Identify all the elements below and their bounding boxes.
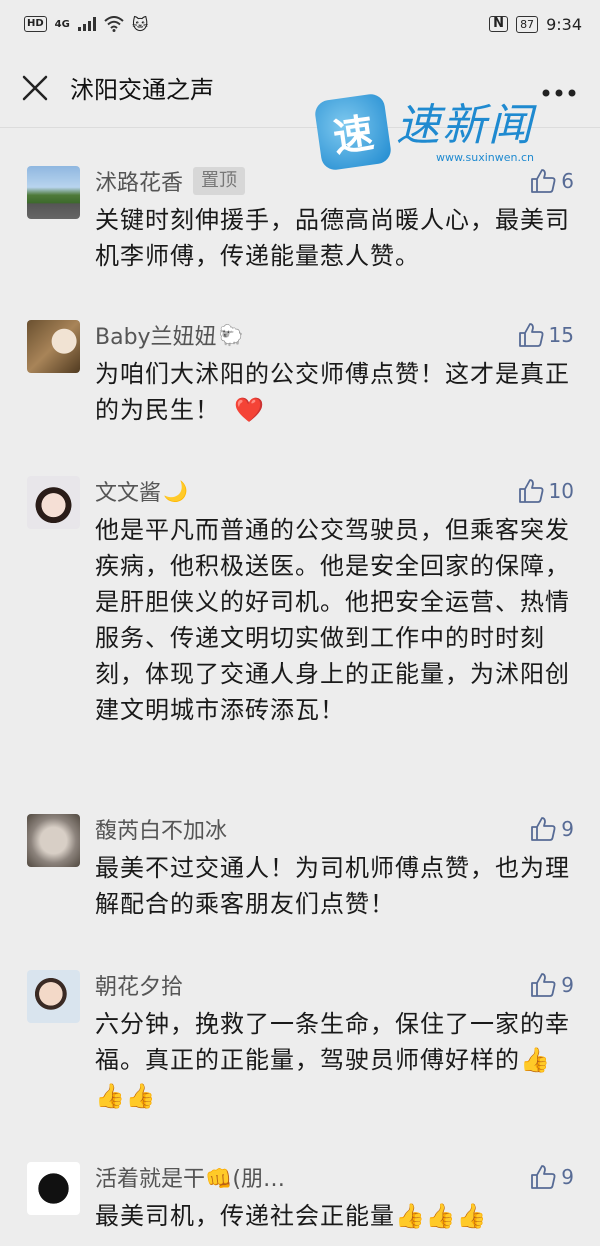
thumbs-up-icon bbox=[531, 1165, 556, 1189]
status-left: HD 4G 🐱 bbox=[24, 15, 149, 34]
commenter-name[interactable]: 活着就是干👊(朋… bbox=[95, 1161, 285, 1193]
avatar[interactable] bbox=[27, 814, 80, 867]
moon-emoji-icon: 🌙 bbox=[163, 479, 188, 503]
comment-text-content: 六分钟，挽救了一条生命，保住了一家的幸福。真正的正能量，驾驶员师傅好样的 bbox=[95, 1010, 570, 1074]
avatar[interactable] bbox=[27, 970, 80, 1023]
comment-header: 文文酱 🌙 bbox=[95, 474, 574, 508]
comment-text: 关键时刻伸援手，品德高尚暖人心，最美司机李师傅，传递能量惹人赞。 bbox=[95, 206, 570, 270]
like-button[interactable]: 9 bbox=[529, 1160, 574, 1194]
like-count: 9 bbox=[561, 817, 574, 841]
close-button[interactable] bbox=[0, 48, 70, 128]
like-button[interactable]: 15 bbox=[517, 318, 574, 352]
thumbs-up-icon bbox=[518, 323, 544, 347]
like-count: 10 bbox=[548, 479, 574, 503]
commenter-name[interactable]: Baby兰妞妞 bbox=[95, 319, 217, 351]
commenter-name[interactable]: 朝花夕拾 bbox=[95, 969, 183, 1001]
comment-body: 沭路花香 置顶 6 关键时刻伸援手，品德高尚暖人心，最美司机李师傅，传递能量惹人… bbox=[95, 164, 574, 274]
like-button[interactable]: 9 bbox=[529, 968, 574, 1002]
comment-text: 他是平凡而普通的公交驾驶员，但乘客突发疾病，他积极送医。他是安全回家的保障，是肝… bbox=[95, 516, 570, 724]
avatar[interactable] bbox=[27, 1162, 80, 1215]
comment-text-content: 为咱们大沭阳的公交师傅点赞！这才是真正的为民生！ bbox=[95, 360, 570, 424]
thumbs-up-icon bbox=[531, 973, 556, 997]
wifi-icon bbox=[104, 16, 124, 32]
comment-header: 活着就是干👊(朋… bbox=[95, 1160, 574, 1194]
comment-text: 最美司机，传递社会正能量👍👍👍 bbox=[95, 1198, 574, 1234]
watermark-url: www.suxinwen.cn bbox=[436, 150, 534, 164]
pinned-badge: 置顶 bbox=[193, 167, 246, 195]
signal-bars-icon bbox=[77, 17, 96, 31]
like-button[interactable]: 10 bbox=[517, 474, 574, 508]
comment-text-content: 最美司机，传递社会正能量 bbox=[95, 1202, 395, 1230]
hd-icon: HD bbox=[24, 16, 47, 32]
page-title: 沭阳交通之声 bbox=[70, 76, 214, 104]
like-count: 15 bbox=[548, 323, 574, 347]
comment-body: 活着就是干👊(朋… 9 最美司机，传递社会正能量👍👍👍 bbox=[95, 1160, 574, 1234]
status-right: N 87 9:34 bbox=[489, 15, 582, 34]
signal-icon: 4G bbox=[54, 18, 70, 30]
heart-emoji-icon: ❤️ bbox=[234, 396, 265, 424]
commenter-name[interactable]: 文文酱 bbox=[95, 475, 161, 507]
comment-text: 六分钟，挽救了一条生命，保住了一家的幸福。真正的正能量，驾驶员师傅好样的👍👍👍 bbox=[95, 1006, 574, 1114]
avatar[interactable] bbox=[27, 320, 80, 373]
more-button[interactable] bbox=[542, 68, 576, 108]
comment-body: Baby兰妞妞 🐑 15 为咱们大沭阳的公交师傅点赞！这才是真正的为民生！ ❤️ bbox=[95, 318, 574, 428]
comment-body: 馥芮白不加冰 9 最美不过交通人！为司机师傅点赞，也为理解配合的乘客朋友们点赞！ bbox=[95, 812, 574, 922]
comment-body: 文文酱 🌙 10 他是平凡而普通的公交驾驶员，但乘客突发疾病，他积极送医。他是安… bbox=[95, 474, 574, 728]
avatar[interactable] bbox=[27, 166, 80, 219]
avatar[interactable] bbox=[27, 476, 80, 529]
comment-header: 沭路花香 置顶 bbox=[95, 164, 574, 198]
thumbs-up-emoji-icon: 👍👍👍 bbox=[395, 1202, 488, 1230]
comment-text: 最美不过交通人！为司机师傅点赞，也为理解配合的乘客朋友们点赞！ bbox=[95, 854, 570, 918]
nfc-icon: N bbox=[489, 16, 509, 32]
like-count: 6 bbox=[561, 169, 574, 193]
like-button[interactable]: 9 bbox=[529, 812, 574, 846]
comment-text: 为咱们大沭阳的公交师傅点赞！这才是真正的为民生！ ❤️ bbox=[95, 356, 574, 428]
clock: 9:34 bbox=[546, 14, 582, 34]
comment-body: 朝花夕拾 9 六分钟，挽救了一条生命，保住了一家的幸福。真正的正能量，驾驶员师傅… bbox=[95, 968, 574, 1114]
header-bar: 沭阳交通之声 bbox=[0, 48, 600, 128]
sheep-emoji-icon: 🐑 bbox=[218, 323, 244, 347]
comment-header: 馥芮白不加冰 bbox=[95, 812, 574, 846]
more-icon bbox=[542, 89, 576, 97]
thumbs-up-icon bbox=[531, 169, 556, 193]
commenter-name[interactable]: 馥芮白不加冰 bbox=[95, 813, 227, 845]
comment-header: 朝花夕拾 bbox=[95, 968, 574, 1002]
battery-icon: 87 bbox=[516, 15, 539, 33]
like-button[interactable]: 6 bbox=[529, 164, 574, 198]
thumbs-up-icon bbox=[518, 479, 544, 503]
close-icon bbox=[22, 75, 48, 100]
status-bar: HD 4G 🐱 N 87 9:34 bbox=[0, 0, 600, 48]
commenter-name[interactable]: 沭路花香 bbox=[95, 165, 183, 197]
like-count: 9 bbox=[561, 1165, 574, 1189]
thumbs-up-icon bbox=[531, 817, 556, 841]
comment-header: Baby兰妞妞 🐑 bbox=[95, 318, 574, 352]
like-count: 9 bbox=[561, 973, 574, 997]
cat-emoji-icon: 🐱 bbox=[131, 14, 149, 34]
